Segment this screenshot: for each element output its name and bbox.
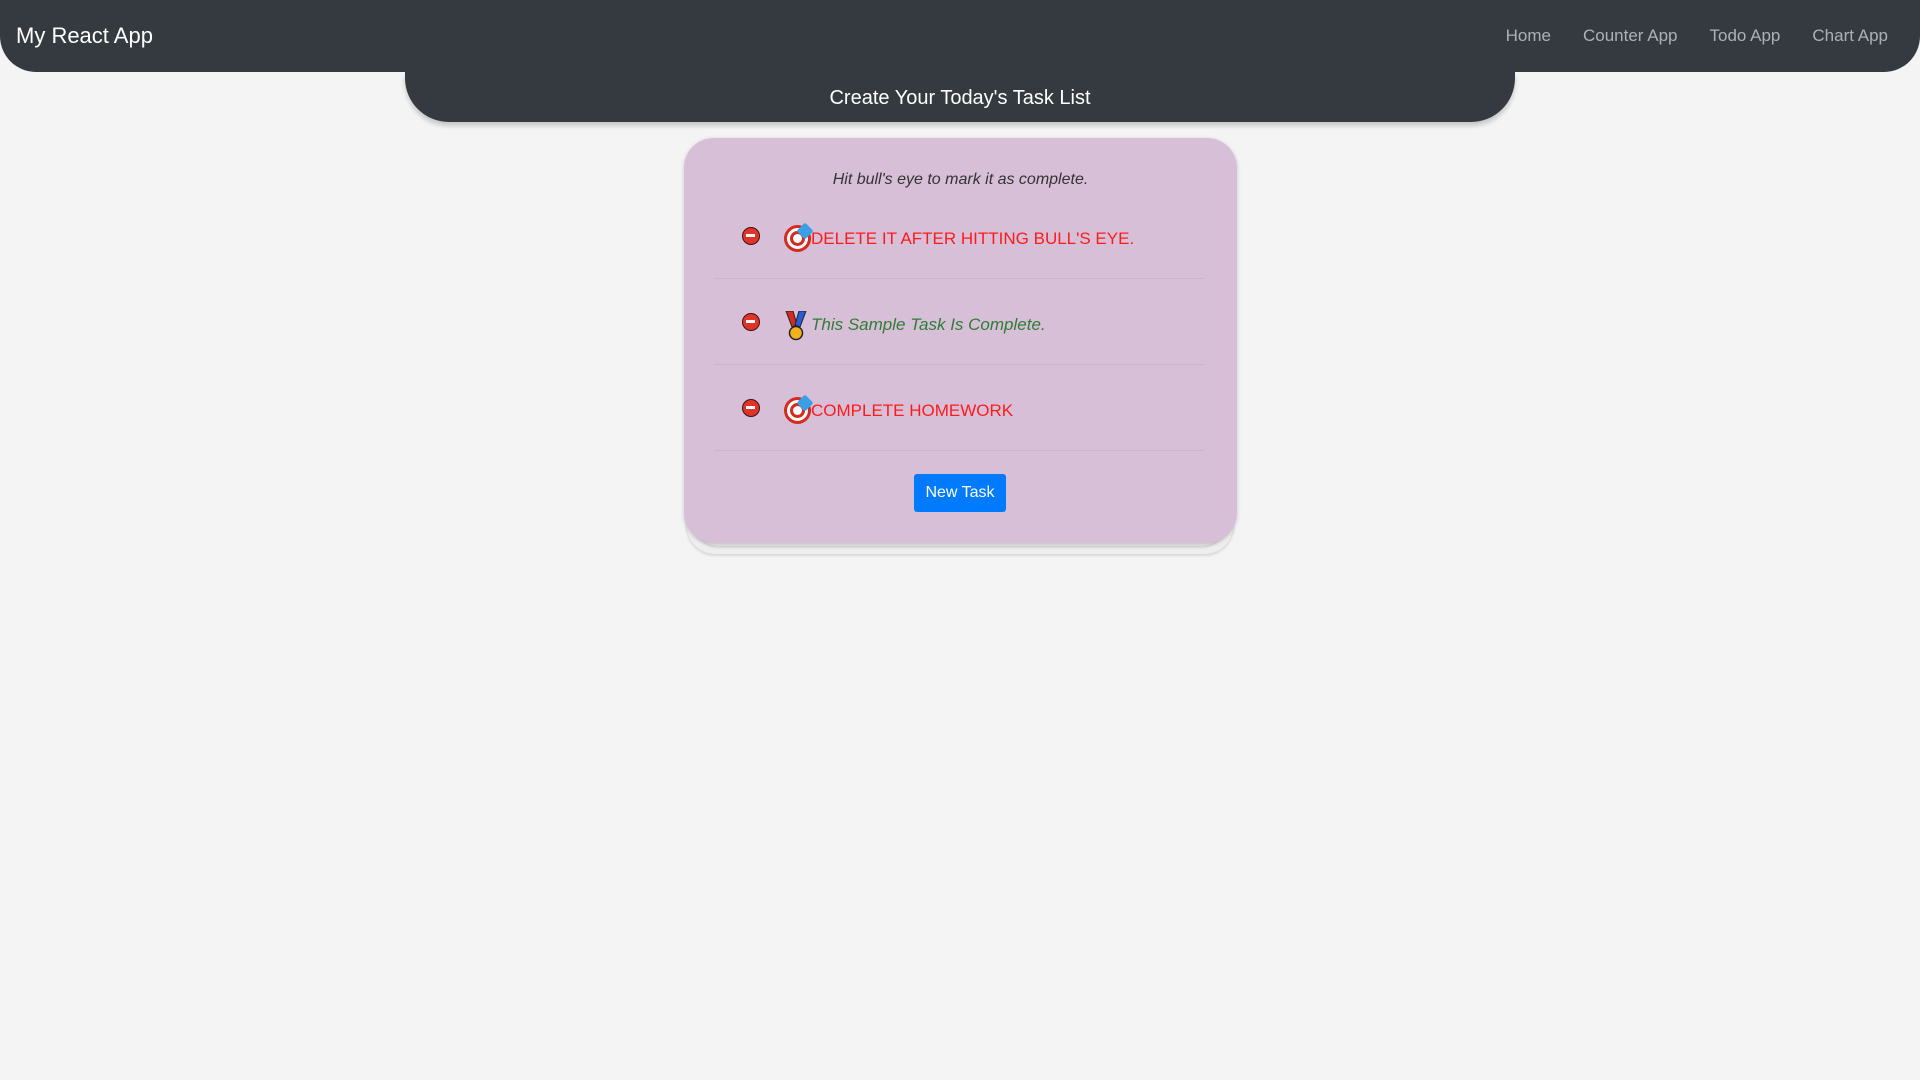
nav-link-counter-app[interactable]: Counter App bbox=[1583, 26, 1678, 46]
nav-link-todo-app[interactable]: Todo App bbox=[1709, 26, 1780, 46]
medal-icon[interactable] bbox=[784, 311, 808, 341]
instruction-hint: Hit bull's eye to mark it as complete. bbox=[832, 171, 1089, 188]
task-text: COMPLETE HOMEWORK bbox=[811, 401, 1014, 420]
delete-icon[interactable] bbox=[742, 227, 760, 245]
nav-link-home[interactable]: Home bbox=[1506, 26, 1551, 46]
task-text: This Sample Task Is Complete. bbox=[811, 315, 1046, 334]
nav-links: Home Counter App Todo App Chart App bbox=[1474, 26, 1888, 46]
task-card: Hit bull's eye to mark it as complete. D… bbox=[684, 138, 1237, 543]
bullseye-icon[interactable] bbox=[784, 394, 814, 424]
navbar: My React App Home Counter App Todo App C… bbox=[0, 0, 1920, 72]
new-task-button[interactable]: New Task bbox=[914, 474, 1006, 512]
delete-icon[interactable] bbox=[742, 313, 760, 331]
task-text: DELETE IT AFTER HITTING BULL'S EYE. bbox=[811, 229, 1135, 248]
brand-title[interactable]: My React App bbox=[16, 23, 153, 49]
nav-link-chart-app[interactable]: Chart App bbox=[1812, 26, 1888, 46]
task-row: COMPLETE HOMEWORK bbox=[714, 365, 1204, 451]
page-header: Create Your Today's Task List bbox=[405, 72, 1515, 122]
task-row: DELETE IT AFTER HITTING BULL'S EYE. bbox=[714, 193, 1204, 279]
delete-icon[interactable] bbox=[742, 399, 760, 417]
page-title: Create Your Today's Task List bbox=[829, 87, 1091, 109]
task-row: This Sample Task Is Complete. bbox=[714, 279, 1204, 365]
bullseye-icon[interactable] bbox=[784, 222, 814, 252]
